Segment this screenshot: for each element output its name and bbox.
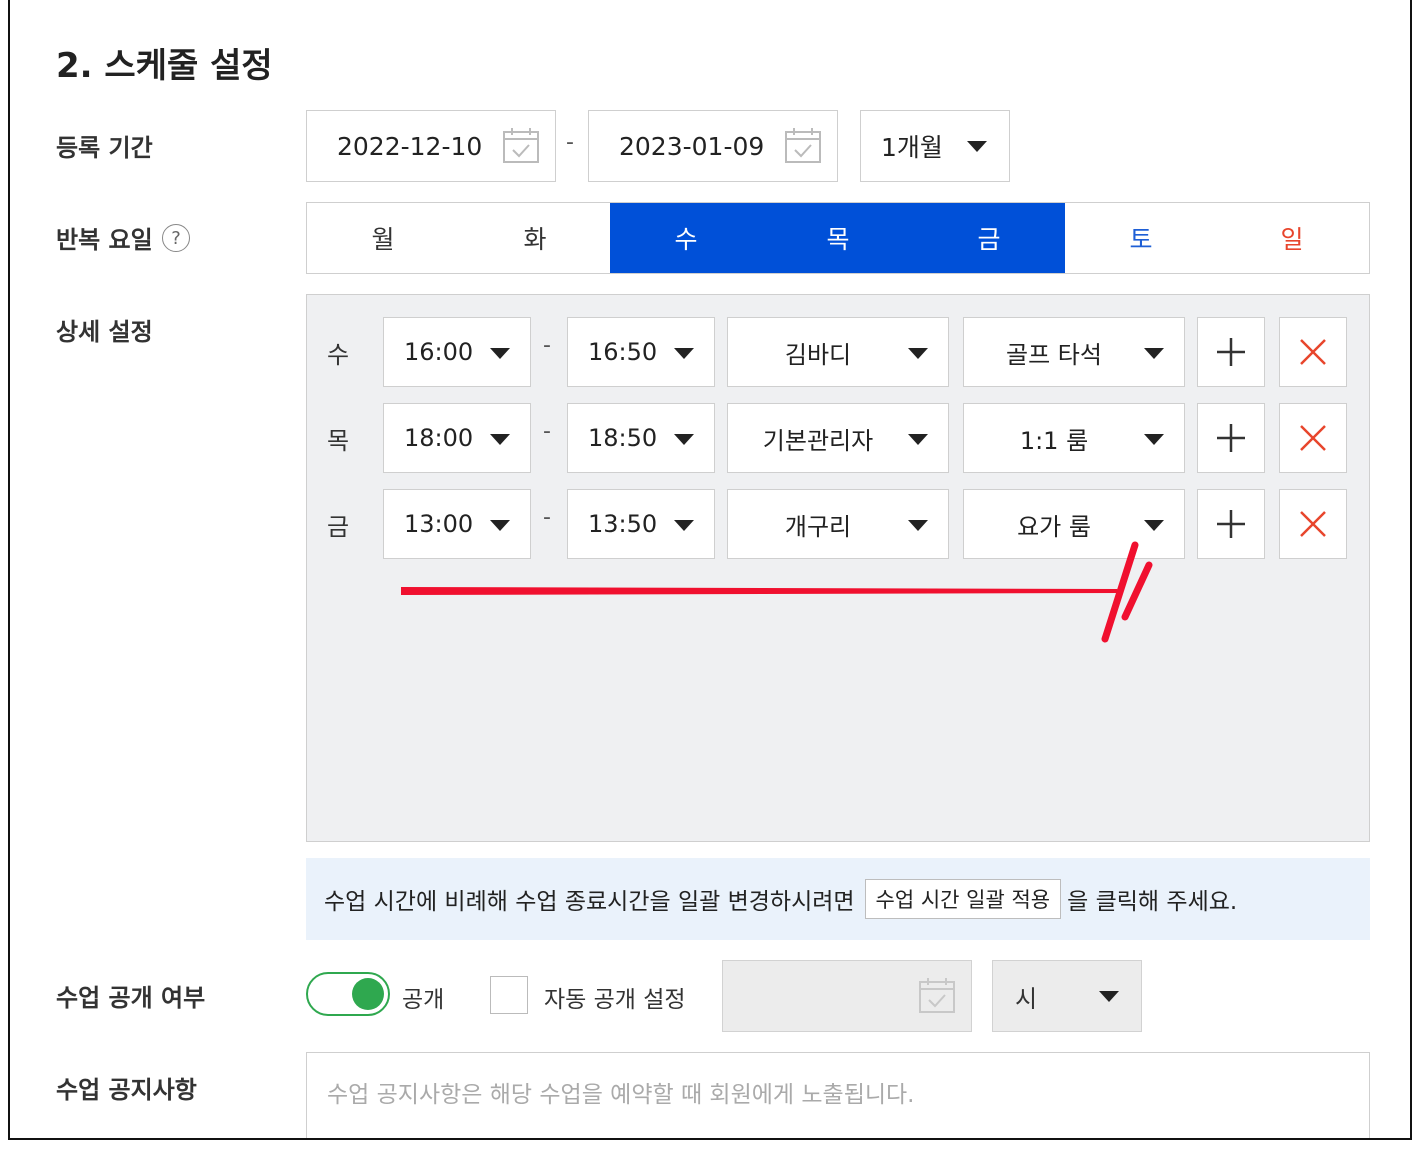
public-toggle-label: 공개: [402, 987, 445, 1013]
row-day: 목: [327, 427, 350, 455]
day-button-tue[interactable]: 화: [459, 203, 611, 273]
day-button-sat[interactable]: 토: [1065, 203, 1217, 273]
room-select[interactable]: 골프 타석: [963, 317, 1185, 387]
hour-value: 시: [1015, 984, 1038, 1013]
add-row-button[interactable]: [1197, 317, 1265, 387]
day-button-thu[interactable]: 목: [762, 203, 914, 273]
auto-publish-checkbox[interactable]: [490, 976, 528, 1014]
chevron-down-icon: [490, 520, 510, 531]
section-title: 2. 스케줄 설정: [56, 46, 273, 86]
duration-value: 1개월: [881, 133, 943, 162]
start-date-value: 2022-12-10: [337, 131, 483, 161]
delete-row-button[interactable]: [1279, 489, 1347, 559]
detail-settings-area: 수 16:00 - 16:50 김바디 골프 타석 목 18:00 - 18:5…: [306, 294, 1370, 842]
time-separator: -: [543, 333, 551, 358]
calendar-icon[interactable]: [501, 125, 541, 165]
annotation-mark: [401, 541, 1153, 643]
row-day: 금: [327, 513, 350, 541]
chevron-down-icon: [908, 434, 928, 445]
period-separator: -: [566, 130, 574, 155]
delete-row-button[interactable]: [1279, 403, 1347, 473]
start-time-value: 13:00: [404, 510, 474, 538]
close-icon: [1300, 339, 1326, 365]
chevron-down-icon: [1144, 520, 1164, 531]
start-time-select[interactable]: 18:00: [383, 403, 531, 473]
start-time-value: 16:00: [404, 338, 474, 366]
room-select[interactable]: 1:1 룸: [963, 403, 1185, 473]
auto-publish-hour-select[interactable]: 시: [992, 960, 1142, 1032]
chevron-down-icon: [1144, 348, 1164, 359]
weekday-selector: 월 화 수 목 금 토 일: [306, 202, 1370, 274]
calendar-icon[interactable]: [783, 125, 823, 165]
start-date-field[interactable]: 2022-12-10: [306, 110, 556, 182]
close-icon: [1300, 511, 1326, 537]
instructor-select[interactable]: 김바디: [727, 317, 949, 387]
plus-icon: [1217, 510, 1245, 538]
day-button-wed[interactable]: 수: [610, 203, 762, 273]
day-button-fri[interactable]: 금: [913, 203, 1065, 273]
chevron-down-icon: [908, 520, 928, 531]
chevron-down-icon: [967, 141, 987, 152]
time-separator: -: [543, 505, 551, 530]
time-separator: -: [543, 419, 551, 444]
chevron-down-icon: [674, 520, 694, 531]
class-notice-placeholder: 수업 공지사항은 해당 수업을 예약할 때 회원에게 노출됩니다.: [327, 1082, 915, 1108]
day-button-sun[interactable]: 일: [1216, 203, 1368, 273]
help-icon[interactable]: ?: [162, 224, 190, 252]
notice-text-before: 수업 시간에 비례해 수업 종료시간을 일괄 변경하시려면: [324, 889, 855, 915]
chevron-down-icon: [674, 348, 694, 359]
end-time-select[interactable]: 18:50: [567, 403, 715, 473]
visibility-label: 수업 공개 여부: [56, 984, 206, 1012]
repeat-label: 반복 요일: [56, 226, 153, 254]
end-date-value: 2023-01-09: [619, 131, 765, 161]
schedule-settings-panel: 2. 스케줄 설정 등록 기간 2022-12-10 - 2023-01-09 …: [8, 0, 1412, 1140]
end-date-field[interactable]: 2023-01-09: [588, 110, 838, 182]
instructor-value: 김바디: [784, 340, 852, 369]
chevron-down-icon: [1099, 991, 1119, 1002]
notice-text-after: 을 클릭해 주세요.: [1067, 889, 1238, 915]
room-value: 골프 타석: [1006, 340, 1102, 369]
bulk-apply-notice: 수업 시간에 비례해 수업 종료시간을 일괄 변경하시려면 수업 시간 일괄 적…: [306, 858, 1370, 940]
chevron-down-icon: [674, 434, 694, 445]
period-label: 등록 기간: [56, 134, 153, 162]
day-button-mon[interactable]: 월: [307, 203, 459, 273]
plus-icon: [1217, 424, 1245, 452]
calendar-icon: [919, 978, 955, 1013]
chevron-down-icon: [908, 348, 928, 359]
chevron-down-icon: [490, 434, 510, 445]
toggle-knob: [352, 978, 384, 1010]
end-time-value: 18:50: [588, 424, 658, 452]
detail-label: 상세 설정: [56, 318, 153, 346]
bulk-apply-button[interactable]: 수업 시간 일괄 적용: [864, 879, 1062, 919]
class-notice-label: 수업 공지사항: [56, 1076, 197, 1104]
instructor-select[interactable]: 기본관리자: [727, 403, 949, 473]
instructor-value: 기본관리자: [762, 426, 874, 455]
duration-select[interactable]: 1개월: [860, 110, 1010, 182]
start-time-value: 18:00: [404, 424, 474, 452]
chevron-down-icon: [490, 348, 510, 359]
delete-row-button[interactable]: [1279, 317, 1347, 387]
auto-publish-date-field[interactable]: [722, 960, 972, 1032]
add-row-button[interactable]: [1197, 403, 1265, 473]
end-time-select[interactable]: 16:50: [567, 317, 715, 387]
class-notice-textarea[interactable]: 수업 공지사항은 해당 수업을 예약할 때 회원에게 노출됩니다.: [306, 1052, 1370, 1138]
row-day: 수: [327, 341, 350, 369]
close-icon: [1300, 425, 1326, 451]
auto-publish-label: 자동 공개 설정: [544, 987, 686, 1013]
room-value: 1:1 룸: [1019, 426, 1089, 455]
public-toggle[interactable]: [306, 972, 390, 1016]
chevron-down-icon: [1144, 434, 1164, 445]
plus-icon: [1217, 338, 1245, 366]
start-time-select[interactable]: 16:00: [383, 317, 531, 387]
add-row-button[interactable]: [1197, 489, 1265, 559]
end-time-value: 16:50: [588, 338, 658, 366]
end-time-value: 13:50: [588, 510, 658, 538]
